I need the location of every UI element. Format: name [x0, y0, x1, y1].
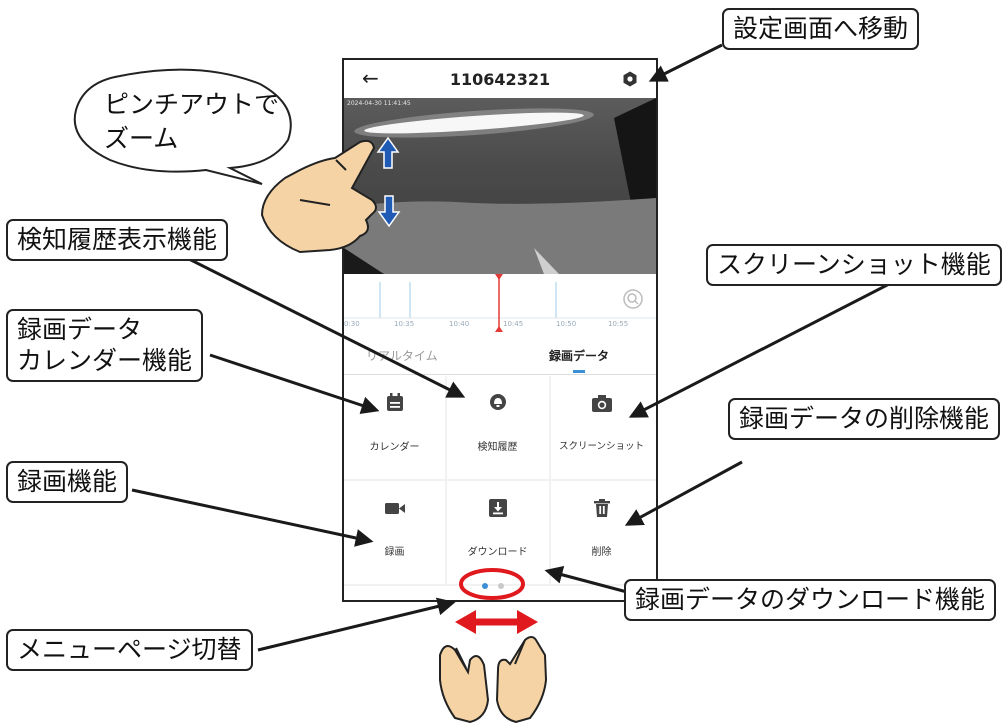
- callout-history: 検知履歴表示機能: [6, 219, 229, 261]
- callout-download: 録画データのダウンロード機能: [624, 579, 997, 621]
- callout-delete: 録画データの削除機能: [728, 398, 1001, 440]
- arrow-history: [174, 250, 466, 398]
- arrow-settings: [648, 43, 723, 82]
- callout-record: 録画機能: [6, 461, 129, 503]
- callout-calendar: 録画データ カレンダー機能: [6, 309, 204, 382]
- arrow-record: [131, 488, 374, 547]
- speech-line: ピンチアウトで: [104, 90, 280, 119]
- pinch-hand-illustration: [260, 139, 377, 254]
- speech-bubble-text: ピンチアウトで ズーム: [104, 88, 279, 156]
- callout-settings: 設定画面へ移動: [722, 8, 920, 50]
- arrow-screenshot: [628, 280, 894, 418]
- callout-line: 録画データ: [17, 315, 143, 344]
- page-dots-highlight: [459, 568, 525, 600]
- callout-page-switch: メニューページ切替: [6, 629, 253, 671]
- callout-screenshot: スクリーンショット機能: [706, 244, 1002, 286]
- speech-line: ズーム: [104, 124, 179, 153]
- arrow-page-switch: [257, 597, 456, 652]
- arrow-download: [544, 566, 628, 594]
- pinch-up-arrow-icon: [376, 136, 400, 169]
- arrow-calendar: [209, 353, 380, 415]
- callout-line: カレンダー機能: [17, 346, 193, 375]
- swipe-hands-illustration: [439, 636, 548, 724]
- arrow-delete: [624, 460, 743, 526]
- pinch-down-arrow-icon: [377, 195, 401, 228]
